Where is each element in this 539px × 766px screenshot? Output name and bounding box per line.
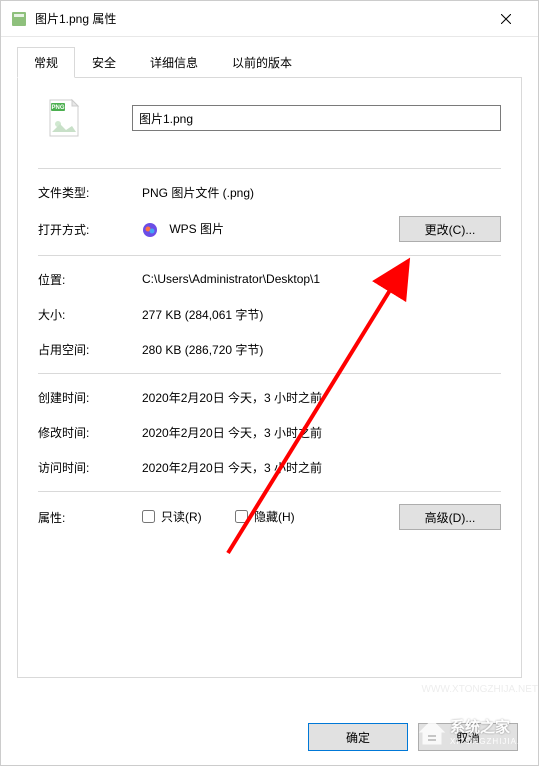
close-icon: [501, 14, 511, 24]
attr-label: 属性:: [38, 509, 142, 526]
row-ondisk: 占用空间: 280 KB (286,720 字节): [38, 338, 501, 360]
tab-strip: 常规 安全 详细信息 以前的版本: [17, 47, 522, 78]
filetype-value: PNG 图片文件 (.png): [142, 184, 501, 201]
tab-panel-general: PNG 文件类型: PNG 图片文件 (.png) 打开方式:: [17, 78, 522, 678]
properties-window: 图片1.png 属性 常规 安全 详细信息 以前的版本 PNG: [0, 0, 539, 766]
openwith-label: 打开方式:: [38, 221, 142, 238]
window-title: 图片1.png 属性: [35, 10, 484, 27]
wps-app-icon: [142, 222, 158, 238]
row-filetype: 文件类型: PNG 图片文件 (.png): [38, 181, 501, 203]
content-area: 常规 安全 详细信息 以前的版本 PNG: [1, 37, 538, 694]
tab-general[interactable]: 常规: [17, 47, 75, 78]
openwith-value: WPS 图片: [142, 220, 399, 238]
svg-text:PNG: PNG: [51, 105, 64, 111]
hidden-checkbox[interactable]: [235, 510, 248, 523]
png-file-icon: PNG: [46, 98, 82, 138]
change-button[interactable]: 更改(C)...: [399, 216, 501, 242]
modified-value: 2020年2月20日 今天，3 小时之前: [142, 424, 501, 441]
row-openwith: 打开方式: WPS 图片 更改(C)...: [38, 216, 501, 242]
row-accessed: 访问时间: 2020年2月20日 今天，3 小时之前: [38, 456, 501, 478]
divider: [38, 373, 501, 374]
row-modified: 修改时间: 2020年2月20日 今天，3 小时之前: [38, 421, 501, 443]
accessed-label: 访问时间:: [38, 459, 142, 476]
accessed-value: 2020年2月20日 今天，3 小时之前: [142, 459, 501, 476]
filename-input[interactable]: [132, 105, 501, 131]
row-attributes: 属性: 只读(R) 隐藏(H) 高级(D)...: [38, 504, 501, 530]
created-value: 2020年2月20日 今天，3 小时之前: [142, 389, 501, 406]
row-created: 创建时间: 2020年2月20日 今天，3 小时之前: [38, 386, 501, 408]
cancel-button[interactable]: 取消: [418, 723, 518, 751]
dialog-footer: 确定 取消: [308, 723, 518, 751]
openwith-app-name: WPS 图片: [169, 222, 224, 236]
row-location: 位置: C:\Users\Administrator\Desktop\1: [38, 268, 501, 290]
hidden-label: 隐藏(H): [254, 508, 295, 525]
divider: [38, 491, 501, 492]
file-header: PNG: [38, 98, 501, 138]
tab-details[interactable]: 详细信息: [133, 47, 215, 77]
ondisk-label: 占用空间:: [38, 341, 142, 358]
window-icon: [11, 11, 27, 27]
readonly-checkbox[interactable]: [142, 510, 155, 523]
close-button[interactable]: [484, 4, 528, 34]
location-value: C:\Users\Administrator\Desktop\1: [142, 272, 501, 286]
modified-label: 修改时间:: [38, 424, 142, 441]
readonly-label: 只读(R): [161, 508, 202, 525]
divider: [38, 168, 501, 169]
row-size: 大小: 277 KB (284,061 字节): [38, 303, 501, 325]
tab-previous[interactable]: 以前的版本: [215, 47, 309, 77]
attr-value: 只读(R) 隐藏(H): [142, 508, 399, 526]
filetype-label: 文件类型:: [38, 184, 142, 201]
tab-security[interactable]: 安全: [75, 47, 133, 77]
readonly-checkbox-wrap[interactable]: 只读(R): [142, 508, 202, 525]
ok-button[interactable]: 确定: [308, 723, 408, 751]
ondisk-value: 280 KB (286,720 字节): [142, 341, 501, 358]
size-value: 277 KB (284,061 字节): [142, 306, 501, 323]
advanced-button[interactable]: 高级(D)...: [399, 504, 501, 530]
size-label: 大小:: [38, 306, 142, 323]
location-label: 位置:: [38, 271, 142, 288]
divider: [38, 255, 501, 256]
titlebar: 图片1.png 属性: [1, 1, 538, 37]
hidden-checkbox-wrap[interactable]: 隐藏(H): [235, 508, 295, 525]
created-label: 创建时间:: [38, 389, 142, 406]
